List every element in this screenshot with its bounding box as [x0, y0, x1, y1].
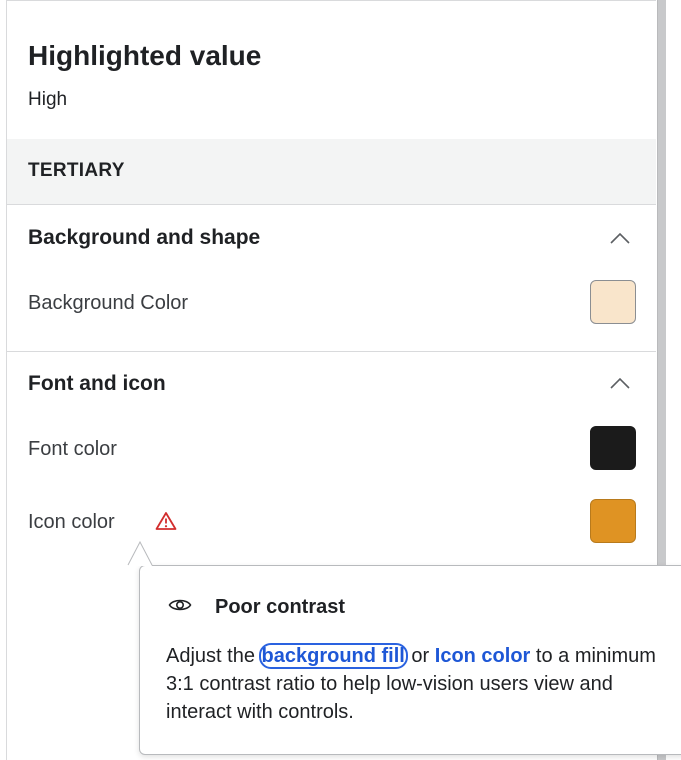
background-color-label: Background Color: [28, 292, 189, 314]
icon-color-label: Icon color: [28, 511, 115, 533]
warning-triangle-icon[interactable]: [155, 511, 177, 531]
tooltip-arrow: [127, 541, 153, 566]
tooltip-text: or: [405, 645, 435, 667]
tooltip-title: Poor contrast: [215, 596, 346, 618]
icon-color-swatch[interactable]: [590, 499, 636, 543]
background-color-swatch[interactable]: [590, 280, 636, 324]
chevron-up-icon[interactable]: [609, 376, 631, 390]
group-header-tertiary: TERTIARY: [7, 139, 657, 205]
tooltip-text: Adjust the: [166, 645, 261, 667]
page-title: Highlighted value: [28, 40, 262, 71]
eye-icon: [168, 599, 192, 611]
chevron-up-icon[interactable]: [609, 231, 631, 245]
icon-color-link[interactable]: Icon color: [435, 645, 531, 667]
section-title-font-and-icon[interactable]: Font and icon: [28, 372, 166, 396]
contrast-warning-tooltip: Poor contrast Adjust the background fill…: [139, 565, 681, 755]
tooltip-body: Adjust the background fill or Icon color…: [166, 642, 666, 726]
panel-header: Highlighted value High: [7, 1, 657, 139]
section-title-background-and-shape[interactable]: Background and shape: [28, 226, 260, 250]
section-divider: [7, 351, 657, 352]
font-color-label: Font color: [28, 438, 117, 460]
group-label: TERTIARY: [28, 160, 125, 181]
page-subtitle: High: [28, 89, 68, 110]
background-fill-link[interactable]: background fill: [258, 643, 408, 669]
font-color-swatch[interactable]: [590, 426, 636, 470]
